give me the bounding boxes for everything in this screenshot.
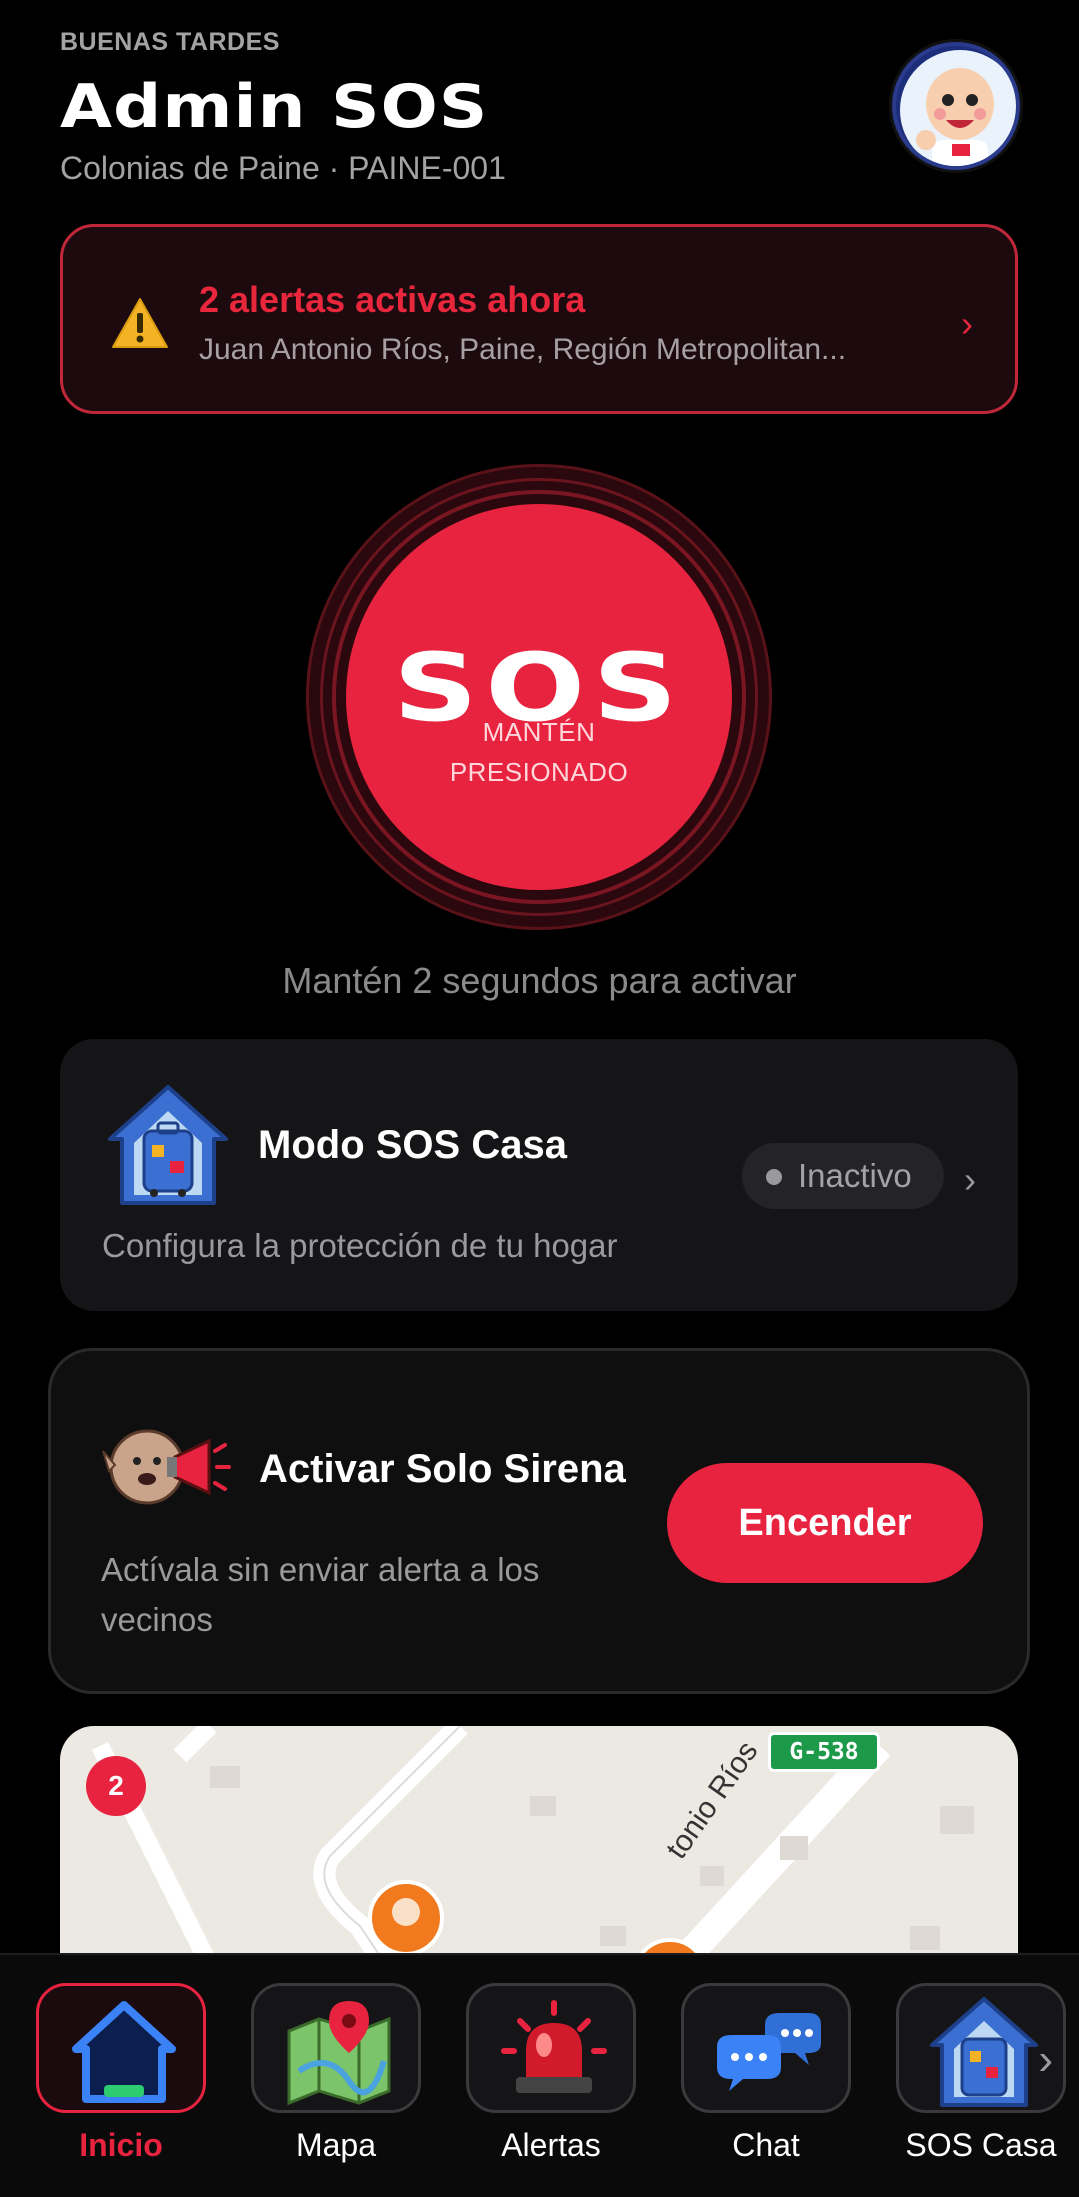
- greeting: BUENAS TARDES: [60, 28, 280, 56]
- bottom-nav: Inicio Mapa Alertas Chat SOS Casa ›: [0, 1953, 1079, 2197]
- map-alert-count: 2: [86, 1756, 146, 1816]
- casa-title: Modo SOS Casa: [258, 1123, 567, 1167]
- nav-label-chat: Chat: [732, 2127, 800, 2163]
- sos-button[interactable]: SOS MANTÉN PRESIONADO: [346, 504, 732, 890]
- nav-label-mapa: Mapa: [295, 2127, 377, 2163]
- siren-subtitle: Actívala sin enviar alerta a los vecinos: [101, 1551, 540, 1638]
- nav-item-mapa[interactable]: Mapa: [251, 1983, 421, 2164]
- casa-subtitle: Configura la protección de tu hogar: [102, 1227, 618, 1264]
- header: BUENAS TARDES Admin SOS Colonias de Pain…: [60, 28, 1020, 188]
- sos-hold-hint: MANTÉN PRESIONADO: [346, 712, 732, 792]
- sos-hint-line2: PRESIONADO: [449, 757, 629, 787]
- road-sign: G-538: [768, 1732, 880, 1772]
- megaphone-icon: [102, 1429, 231, 1505]
- community-label: Colonias de Paine · PAINE-001: [60, 150, 506, 186]
- house-suitcase-icon: [108, 1085, 228, 1205]
- active-alerts-banner[interactable]: 2 alertas activas ahora Juan Antonio Río…: [60, 224, 1018, 414]
- nav-label-sos-casa: SOS Casa: [905, 2127, 1057, 2163]
- nav-item-inicio[interactable]: Inicio: [36, 1983, 206, 2164]
- alert-address: Juan Antonio Ríos, Paine, Región Metropo…: [199, 333, 847, 366]
- nav-label-alertas: Alertas: [501, 2127, 601, 2163]
- siren-title: Activar Solo Sirena: [259, 1447, 626, 1491]
- map-preview[interactable]: 2 G-538 tonio Ríos: [60, 1726, 1018, 1986]
- alert-title: 2 alertas activas ahora: [199, 279, 586, 320]
- mascot-avatar-icon[interactable]: [892, 42, 1020, 170]
- home-icon: [36, 1983, 206, 2113]
- chevron-right-icon: ›: [961, 303, 973, 344]
- nav-item-chat[interactable]: Chat: [681, 1983, 851, 2164]
- user-name: Admin SOS: [60, 72, 489, 142]
- status-dot-icon: [766, 1169, 782, 1185]
- nav-label-inicio: Inicio: [79, 2127, 163, 2163]
- warning-icon: [112, 298, 168, 348]
- nav-item-alertas[interactable]: Alertas: [466, 1983, 636, 2164]
- sos-hint-line1: MANTÉN: [482, 717, 596, 747]
- chevron-right-icon[interactable]: ›: [1038, 2035, 1053, 2085]
- status-badge: Inactivo: [742, 1143, 944, 1209]
- sos-button-area: SOS MANTÉN PRESIONADO: [306, 464, 772, 930]
- hold-instruction: Mantén 2 segundos para activar: [282, 960, 797, 1001]
- chevron-right-icon: ›: [964, 1159, 976, 1200]
- siren-light-icon: [466, 1983, 636, 2113]
- chat-icon: [681, 1983, 851, 2113]
- siren-card: Activar Solo Sirena Actívala sin enviar …: [48, 1348, 1030, 1694]
- status-text: Inactivo: [798, 1157, 912, 1194]
- sos-casa-card[interactable]: Modo SOS Casa Configura la protección de…: [60, 1039, 1018, 1311]
- siren-on-button[interactable]: Encender: [667, 1463, 983, 1583]
- map-icon: [251, 1983, 421, 2113]
